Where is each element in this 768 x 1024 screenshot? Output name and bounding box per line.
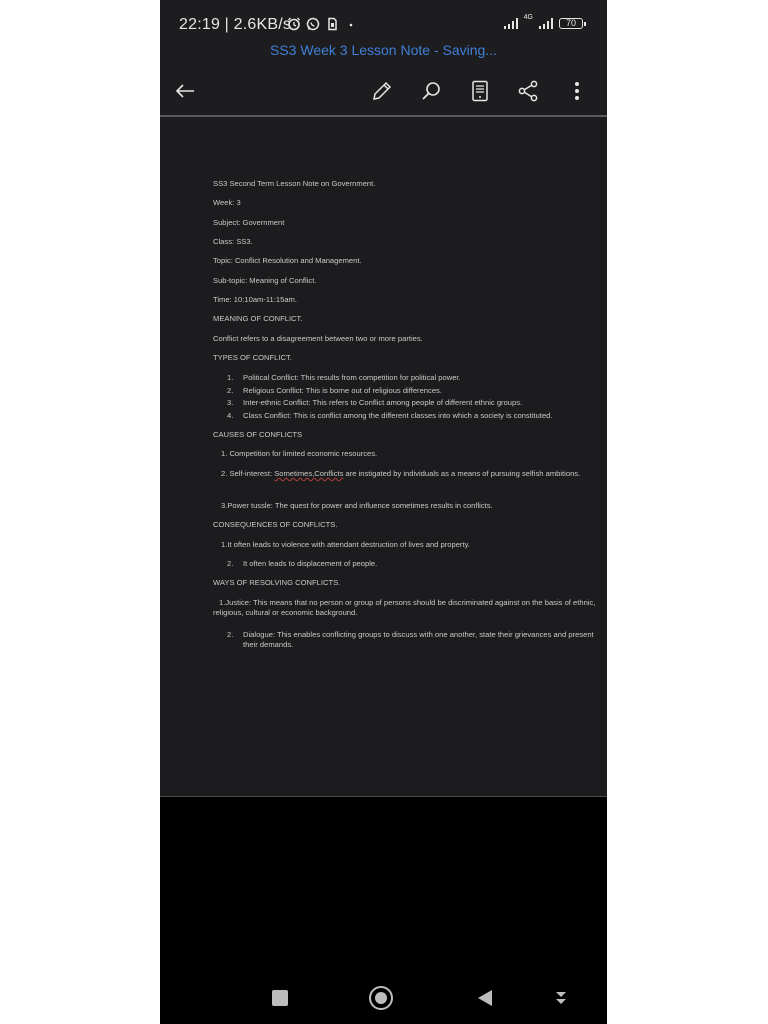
toolbar (160, 66, 607, 114)
list-item: 2. Religious Conflict: This is borne out … (227, 385, 442, 395)
doc-heading: CAUSES OF CONFLICTS (213, 430, 303, 439)
home-button[interactable] (368, 985, 394, 1011)
doc-line: 3.Power tussle: The quest for power and … (221, 501, 493, 510)
list-item: 4. Class Conflict: This is conflict among… (227, 410, 553, 420)
battery-level: 70 (565, 18, 576, 28)
spelling-error[interactable]: Sometimes,Conflicts (274, 469, 343, 478)
phone-screen: 22:19 | 2.6KB/s 4G 70 SS3 Week 3 Lesson … (160, 0, 607, 1024)
back-button[interactable] (170, 76, 200, 106)
back-arrow-icon (175, 84, 194, 98)
nav-bar (160, 980, 607, 1016)
search-icon (422, 82, 440, 100)
reading-mode-icon (472, 80, 488, 102)
more-vert-icon (575, 82, 579, 100)
doc-line: Week: 3 (213, 198, 241, 207)
doc-line: 1.It often leads to violence with attend… (221, 540, 470, 549)
doc-heading: CONSEQUENCES OF CONFLICTS. (213, 520, 338, 529)
doc-line: Class: SS3. (213, 237, 253, 246)
search-button[interactable] (416, 76, 446, 106)
doc-line: Topic: Conflict Resolution and Managemen… (213, 256, 362, 265)
share-icon (518, 80, 538, 102)
document-page[interactable]: SS3 Second Term Lesson Note on Governmen… (160, 117, 607, 796)
doc-heading: WAYS OF RESOLVING CONFLICTS. (213, 578, 341, 587)
notification-dot-icon (349, 23, 353, 27)
recents-button[interactable] (267, 985, 293, 1011)
doc-line: 2. Self-interest: Sometimes,Conflicts ar… (221, 469, 581, 478)
status-bar: 22:19 | 2.6KB/s 4G 70 (160, 0, 607, 44)
list-item: 1. Political Conflict: This results from … (227, 373, 461, 382)
battery-icon: 70 (559, 17, 586, 29)
pencil-icon (373, 81, 392, 100)
reading-mode-button[interactable] (465, 76, 495, 106)
whatsapp-icon (306, 17, 320, 31)
signal-strength-2-icon (539, 17, 553, 29)
doc-line: 1. Competition for limited economic reso… (221, 449, 378, 458)
status-icons-left (287, 17, 358, 31)
sim-card-icon (328, 17, 337, 31)
doc-line: Sub-topic: Meaning of Conflict. (213, 276, 317, 285)
recents-square-icon (272, 990, 288, 1006)
doc-line: 1.Justice: This means that no person or … (213, 598, 596, 617)
keyboard-hide-icon (556, 992, 566, 1004)
keyboard-hide-button[interactable] (548, 985, 574, 1011)
doc-heading: MEANING OF CONFLICT. (213, 314, 303, 323)
list-item: 3. Inter-ethnic Conflict: This refers to … (227, 398, 523, 407)
alarm-icon (288, 17, 300, 31)
back-nav-button[interactable] (472, 985, 498, 1011)
doc-heading: TYPES OF CONFLICT. (213, 353, 292, 362)
status-time: 22:19 | 2.6KB/s (179, 16, 292, 33)
edit-button[interactable] (367, 76, 397, 106)
home-circle-icon (369, 986, 393, 1010)
network-type-label: 4G (523, 13, 533, 21)
back-triangle-icon (478, 990, 492, 1006)
more-options-button[interactable] (562, 76, 592, 106)
signal-strength-icon (503, 17, 518, 29)
types-list: 1. Political Conflict: This results from … (213, 373, 603, 423)
status-icons-right: 4G 70 (503, 13, 586, 29)
doc-line: SS3 Second Term Lesson Note on Governmen… (213, 179, 376, 188)
share-button[interactable] (513, 76, 543, 106)
doc-line: Subject: Government (213, 218, 285, 227)
doc-line: Conflict refers to a disagreement betwee… (213, 334, 423, 343)
doc-line: Time: 10:10am-11:15am. (213, 295, 297, 304)
document-title: SS3 Week 3 Lesson Note - Saving... (270, 42, 497, 58)
